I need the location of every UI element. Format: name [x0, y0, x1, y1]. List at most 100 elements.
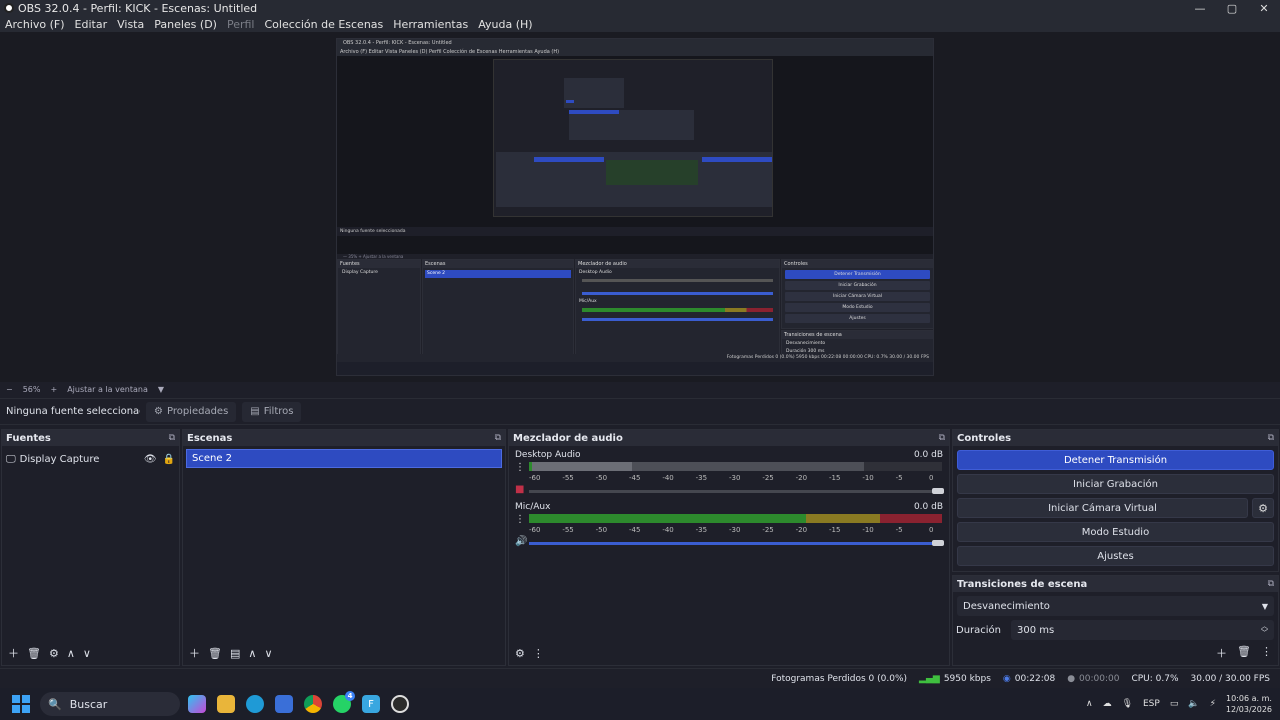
- move-down-icon[interactable]: ∨: [83, 647, 91, 660]
- taskbar-search[interactable]: 🔍 Buscar: [40, 692, 180, 716]
- mini-title: OBS 32.0.4 - Perfil: KICK - Escenas: Unt…: [337, 39, 933, 48]
- menu-view[interactable]: Vista: [117, 18, 144, 31]
- obs-taskbar-icon[interactable]: [391, 695, 409, 713]
- app-f-icon[interactable]: F: [362, 695, 380, 713]
- gear-icon: ⚙: [154, 406, 163, 417]
- zoom-out-button[interactable]: −: [6, 385, 13, 394]
- menu-help[interactable]: Ayuda (H): [478, 18, 532, 31]
- zoom-value: 56%: [22, 384, 41, 394]
- spin-arrows-icon[interactable]: ︿ ﹀: [1261, 623, 1268, 637]
- network-icon[interactable]: ⚡: [1210, 699, 1216, 709]
- duration-spinbox[interactable]: 300 ms ︿ ﹀: [1011, 620, 1274, 640]
- volume-slider[interactable]: [529, 490, 944, 493]
- scenes-footer: ＋ 🗑 ▤ ∧ ∨: [183, 641, 505, 665]
- clock[interactable]: 10:06 a. m. 12/03/2026: [1226, 693, 1272, 715]
- mini-trans: Desvanecimiento: [786, 341, 826, 346]
- trash-icon[interactable]: 🗑: [208, 647, 222, 660]
- trash-icon[interactable]: 🗑: [1237, 645, 1251, 661]
- virtual-camera-settings-gear-icon[interactable]: ⚙: [1252, 498, 1274, 518]
- maximize-button[interactable]: ▢: [1216, 0, 1248, 16]
- volume-slider[interactable]: [529, 542, 944, 545]
- speaker-icon[interactable]: 🔊: [515, 536, 527, 547]
- lock-icon[interactable]: 🔒: [163, 454, 175, 465]
- cloud-icon[interactable]: ☁: [1103, 699, 1112, 709]
- studio-mode-button[interactable]: Modo Estudio: [957, 522, 1274, 542]
- undock-icon[interactable]: ⧉: [495, 433, 501, 443]
- dropped-frames: Fotogramas Perdidos 0 (0.0%): [771, 673, 908, 684]
- copilot-icon[interactable]: [188, 695, 206, 713]
- notification-badge: 4: [345, 691, 355, 701]
- stop-streaming-button[interactable]: Detener Transmisión: [957, 450, 1274, 470]
- volume-knob[interactable]: [932, 540, 944, 546]
- display-icon[interactable]: ▭: [1170, 699, 1179, 709]
- edge-icon[interactable]: [246, 695, 264, 713]
- mini-controls-title: Controles: [782, 260, 933, 268]
- channel-menu-icon[interactable]: ⋮: [515, 514, 525, 525]
- add-transition-icon[interactable]: ＋: [1216, 645, 1227, 661]
- start-recording-button[interactable]: Iniciar Grabación: [957, 474, 1274, 494]
- meter-tick-label: -10: [862, 526, 874, 534]
- transitions-header: Transiciones de escena ⧉: [953, 576, 1278, 592]
- menu-docks[interactable]: Paneles (D): [154, 18, 217, 31]
- move-up-icon[interactable]: ∧: [248, 647, 256, 660]
- menu-profile[interactable]: Perfil: [227, 18, 255, 31]
- add-scene-icon[interactable]: ＋: [189, 645, 200, 661]
- chevron-up-icon[interactable]: ∧: [1086, 699, 1093, 709]
- source-properties-gear-icon[interactable]: ⚙: [49, 647, 59, 660]
- microphone-icon[interactable]: 🎙: [1122, 699, 1133, 709]
- mini-ch2: Mic/Aux: [579, 299, 597, 304]
- zoom-dropdown-icon[interactable]: ▼: [158, 385, 164, 394]
- meter-tick-label: -20: [795, 526, 808, 534]
- whatsapp-icon[interactable]: 4: [333, 691, 355, 713]
- move-up-icon[interactable]: ∧: [67, 647, 75, 660]
- zoom-bar: − 56% + Ajustar a la ventana ▼: [0, 382, 1280, 396]
- undock-icon[interactable]: ⧉: [939, 433, 945, 443]
- zoom-fit-label[interactable]: Ajustar a la ventana: [67, 385, 148, 394]
- fps: 30.00 / 30.00 FPS: [1190, 673, 1270, 684]
- meter-tick-label: 0: [929, 474, 934, 482]
- source-item-display-capture[interactable]: 🖵 Display Capture 👁 🔒: [6, 450, 175, 468]
- undock-icon[interactable]: ⧉: [169, 433, 175, 443]
- mixer-menu-icon[interactable]: ⋮: [533, 647, 544, 660]
- undock-icon[interactable]: ⧉: [1268, 579, 1274, 589]
- menu-tools[interactable]: Herramientas: [393, 18, 468, 31]
- filters-button[interactable]: ▤ Filtros: [242, 401, 302, 422]
- undock-icon[interactable]: ⧉: [1268, 433, 1274, 443]
- transition-select[interactable]: Desvanecimiento ▼: [957, 596, 1274, 616]
- minimize-button[interactable]: —: [1184, 0, 1216, 16]
- volume-knob[interactable]: [932, 488, 944, 494]
- scene-item-scene-2[interactable]: Scene 2: [186, 449, 502, 468]
- bitrate: 5950 kbps: [943, 673, 991, 684]
- settings-button[interactable]: Ajustes: [957, 546, 1274, 566]
- trash-icon[interactable]: 🗑: [27, 647, 41, 660]
- start-virtual-camera-button[interactable]: Iniciar Cámara Virtual: [957, 498, 1248, 518]
- meter-tick-label: -5: [895, 474, 903, 482]
- channel-menu-icon[interactable]: ⋮: [515, 462, 525, 473]
- menu-file[interactable]: Archivo (F): [5, 18, 65, 31]
- chrome-icon[interactable]: [304, 695, 322, 713]
- language-indicator[interactable]: ESP: [1143, 699, 1160, 709]
- volume-icon[interactable]: 🔈: [1188, 699, 1199, 709]
- properties-button[interactable]: ⚙ Propiedades: [146, 401, 237, 422]
- muted-speaker-icon[interactable]: ■: [515, 484, 524, 495]
- add-source-icon[interactable]: ＋: [8, 645, 19, 661]
- meter-tick-label: -40: [662, 526, 674, 534]
- mini-btn-vcam: Iniciar Cámara Virtual: [785, 292, 930, 301]
- menu-scene-collection[interactable]: Colección de Escenas: [265, 18, 384, 31]
- store-icon[interactable]: [275, 695, 293, 713]
- scene-filters-icon[interactable]: ▤: [230, 647, 240, 660]
- file-explorer-icon[interactable]: [217, 695, 235, 713]
- source-toolbar: Ninguna fuente seleccionada ⚙ Propiedade…: [0, 398, 1280, 425]
- eye-icon[interactable]: 👁: [144, 454, 157, 465]
- transition-menu-icon[interactable]: ⋮: [1261, 645, 1272, 661]
- meter-tick-label: -60: [529, 474, 541, 482]
- meter-tick-label: -10: [862, 474, 874, 482]
- windows-start-icon[interactable]: [12, 695, 30, 713]
- close-button[interactable]: ✕: [1248, 0, 1280, 16]
- advanced-audio-icon[interactable]: ⚙: [515, 647, 525, 660]
- zoom-in-button[interactable]: +: [50, 385, 57, 394]
- meter-tick-label: -15: [829, 526, 841, 534]
- menu-edit[interactable]: Editar: [75, 18, 108, 31]
- move-down-icon[interactable]: ∨: [264, 647, 272, 660]
- meter-ticks: -60 -55 -50 -45 -40 -35 -30 -25 -20 -15 -10 -5 0: [529, 474, 942, 482]
